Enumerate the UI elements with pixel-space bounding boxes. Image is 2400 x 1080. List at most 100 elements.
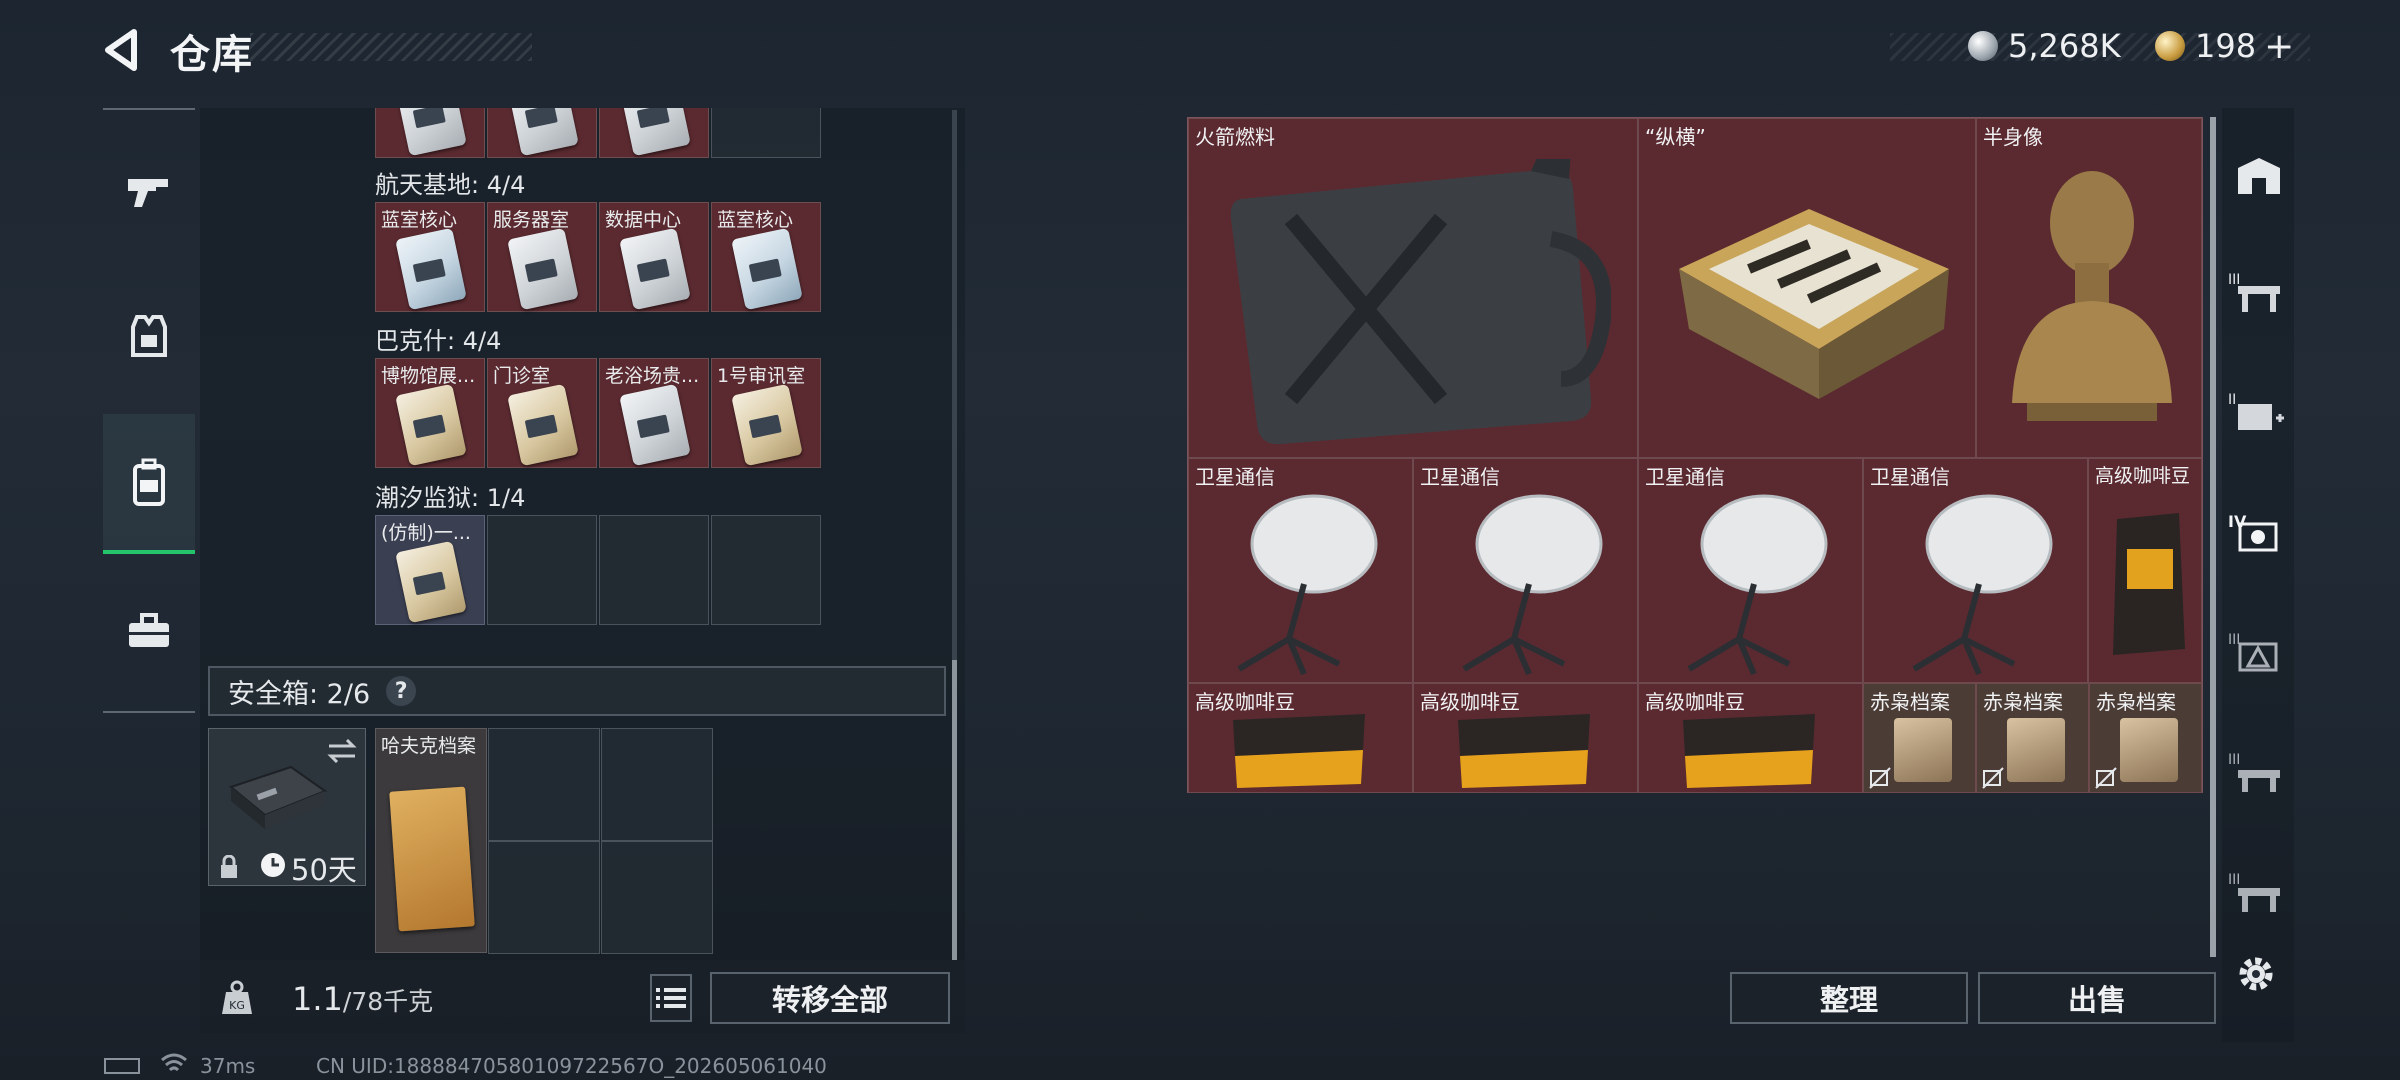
facility-armor[interactable]: III <box>2226 610 2292 702</box>
satellite-dish-icon <box>1462 494 1603 676</box>
stash-item[interactable]: 高级咖啡豆 <box>1638 683 1863 793</box>
keycard-slot[interactable]: 数据中心 <box>599 202 709 312</box>
keycard-slot[interactable]: 服务器室 <box>487 202 597 312</box>
stash-item[interactable]: 高级咖啡豆 <box>1188 683 1413 793</box>
clock-icon <box>261 853 285 877</box>
keycard-slot[interactable]: 蓝室核心 <box>711 202 821 312</box>
satellite-dish-icon <box>1237 494 1378 676</box>
silver-currency: 5,268K <box>1968 22 2121 70</box>
stash-item[interactable]: 赤枭档案 <box>1976 683 2089 793</box>
safe-box-slot-empty[interactable] <box>601 728 713 841</box>
no-trade-icon <box>2095 767 2117 789</box>
chess-set-icon <box>1679 209 1949 399</box>
facility-gym[interactable]: III <box>2226 730 2292 822</box>
keycard-slot-empty[interactable] <box>599 515 709 625</box>
safe-box-slot-empty[interactable] <box>601 841 713 954</box>
keycard-slot[interactable]: 博物馆展... <box>375 358 485 468</box>
gym-icon <box>2238 770 2280 792</box>
safe-box-item[interactable]: 哈夫克档案 <box>375 728 487 953</box>
facility-workbench[interactable]: III <box>2226 250 2292 342</box>
user-uid: CN UID:18888470580109722567O_20260506104… <box>316 1054 827 1078</box>
keycard-slot[interactable]: 1号审讯室 <box>711 358 821 468</box>
keycard-slot[interactable] <box>487 108 597 158</box>
safe-box-container[interactable]: 50天 <box>208 728 366 887</box>
title-decoration <box>250 33 532 61</box>
keycard-slot[interactable]: (仿制)一... <box>375 515 485 625</box>
keycard-slot[interactable]: 蓝室核心 <box>375 202 485 312</box>
nav-tools[interactable] <box>103 585 195 677</box>
keycard-slot[interactable] <box>599 108 709 158</box>
settings-button[interactable] <box>2236 954 2276 998</box>
keycard-group-aerospace: 蓝室核心 服务器室 数据中心 蓝室核心 <box>375 202 826 314</box>
nav-armor[interactable] <box>103 290 195 382</box>
stash-item[interactable]: 高级咖啡豆 <box>1413 683 1638 793</box>
gold-currency[interactable]: 198 + <box>2155 22 2294 70</box>
stash-item[interactable]: 半身像 <box>1976 118 2202 458</box>
nav-weapons[interactable] <box>103 145 195 237</box>
back-arrow-icon[interactable] <box>100 28 144 72</box>
keycard-slot[interactable]: 门诊室 <box>487 358 597 468</box>
keycard-slot[interactable] <box>711 108 821 158</box>
left-scroll-thumb[interactable] <box>952 660 957 960</box>
keycard-slot[interactable]: 老浴场贵... <box>599 358 709 468</box>
safe-box-slot-empty[interactable] <box>488 841 600 954</box>
organize-button[interactable]: 整理 <box>1730 972 1968 1024</box>
facility-vault[interactable] <box>2226 130 2292 222</box>
gold-coin-icon <box>2155 31 2185 61</box>
stash-item[interactable]: 卫星通信 <box>1863 458 2088 683</box>
stash-item[interactable]: 卫星通信 <box>1188 458 1413 683</box>
stash-item[interactable]: “纵横” <box>1638 118 1976 458</box>
facility-tech[interactable]: IV <box>2226 490 2292 582</box>
add-currency-button[interactable]: + <box>2264 26 2294 67</box>
swap-icon[interactable] <box>325 737 359 765</box>
coffee-bag-icon <box>1458 714 1590 788</box>
transfer-all-button[interactable]: 转移全部 <box>710 972 950 1024</box>
keycard-slot-empty[interactable] <box>711 515 821 625</box>
no-trade-icon <box>1982 767 2004 789</box>
toolbox-icon <box>129 613 169 647</box>
weight-icon: KG <box>222 980 252 1014</box>
safe-box-days: 50天 <box>291 853 357 887</box>
gold-amount: 198 <box>2195 27 2257 65</box>
dossier-icon <box>2007 718 2065 782</box>
sell-button[interactable]: 出售 <box>1978 972 2216 1024</box>
keycard-group-bakhsh: 博物馆展... 门诊室 老浴场贵... 1号审讯室 <box>375 358 826 470</box>
armor-bench-icon <box>2238 642 2278 672</box>
stash-item[interactable]: 卫星通信 <box>1638 458 1863 683</box>
workbench-2-icon <box>2238 888 2280 912</box>
keycard-slot-empty[interactable] <box>487 515 597 625</box>
dossier-icon <box>1894 718 1952 782</box>
nav-divider <box>103 108 195 110</box>
stash-scrollbar[interactable] <box>2210 117 2216 957</box>
safe-box-slot-empty[interactable] <box>488 728 600 841</box>
stash-item[interactable]: 赤枭档案 <box>1863 683 1976 793</box>
vault-icon <box>2238 158 2280 194</box>
wifi-icon <box>161 1053 187 1072</box>
nav-backpack[interactable] <box>103 414 195 554</box>
stash-item[interactable]: 卫星通信 <box>1413 458 1638 683</box>
safe-box-title: 安全箱: 2/6 <box>228 678 371 710</box>
stash-item[interactable]: 火箭燃料 <box>1188 118 1638 458</box>
list-view-button[interactable] <box>650 974 692 1022</box>
silver-amount: 5,268K <box>2008 27 2121 65</box>
ping-readout: 37ms <box>200 1054 256 1078</box>
keycard-slot[interactable] <box>375 108 485 158</box>
facility-workbench-2[interactable]: III <box>2226 850 2292 942</box>
document-icon <box>389 786 475 932</box>
coffee-bag-icon <box>2113 513 2185 655</box>
fuel-can-icon <box>1230 159 1611 445</box>
stash-item[interactable]: 赤枭档案 <box>2089 683 2202 793</box>
list-icon <box>656 988 686 1008</box>
facility-medical[interactable]: II <box>2226 370 2292 462</box>
workbench-icon <box>2238 286 2280 312</box>
lock-icon <box>221 855 237 878</box>
safe-box-header: 安全箱: 2/6 ? <box>208 666 946 716</box>
backpack-icon <box>133 458 165 506</box>
no-trade-icon <box>1869 767 1891 789</box>
keycard-group-tidal-prison: (仿制)一... <box>375 515 826 627</box>
weight-readout: 1.1 /78千克 <box>292 980 433 1018</box>
help-icon[interactable]: ? <box>386 676 417 706</box>
safe-case-icon <box>228 765 328 829</box>
armor-vest-icon <box>131 315 167 357</box>
stash-item[interactable]: 高级咖啡豆 <box>2088 458 2202 683</box>
